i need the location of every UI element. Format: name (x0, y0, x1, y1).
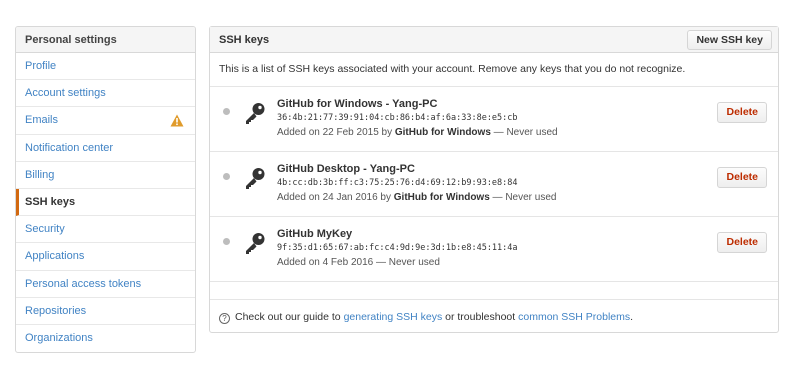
sidebar-item-label: Emails (25, 114, 59, 127)
sidebar-header: Personal settings (16, 27, 195, 53)
sidebar-item-security[interactable]: Security (16, 216, 195, 244)
help-circle-icon: ? (219, 313, 230, 324)
key-title: GitHub Desktop - Yang-PC (277, 163, 415, 175)
status-dot (223, 238, 230, 245)
sidebar-item-emails[interactable]: Emails (16, 107, 195, 135)
key-icon (246, 233, 265, 254)
key-icon (246, 168, 265, 189)
sidebar-item-profile[interactable]: Profile (16, 53, 195, 81)
status-dot (223, 108, 230, 115)
footer-text: . (630, 311, 634, 323)
key-title: GitHub MyKey (277, 228, 353, 240)
sidebar-item-personal-access-tokens[interactable]: Personal access tokens (16, 271, 195, 298)
sidebar-item-notification-center[interactable]: Notification center (16, 135, 195, 162)
sidebar-item-billing[interactable]: Billing (16, 162, 195, 189)
status-dot (223, 173, 230, 180)
new-ssh-key-button[interactable]: New SSH key (687, 30, 772, 50)
delete-key-button[interactable]: Delete (717, 102, 767, 123)
sidebar-item-repositories[interactable]: Repositories (16, 298, 195, 325)
key-added-info: Added on 4 Feb 2016 — Never used (277, 257, 440, 268)
key-fingerprint: 9f:35:d1:65:67:ab:fc:c4:9d:9e:3d:1b:e8:4… (277, 243, 518, 253)
ssh-keys-panel: SSH keys New SSH key This is a list of S… (209, 26, 779, 333)
delete-key-button[interactable]: Delete (717, 167, 767, 188)
key-icon (246, 103, 265, 124)
sidebar-item-account-settings[interactable]: Account settings (16, 80, 195, 108)
sidebar-item-organizations[interactable]: Organizations (16, 325, 195, 352)
sidebar-item-applications[interactable]: Applications (16, 243, 195, 271)
key-added-info: Added on 22 Feb 2015 by GitHub for Windo… (277, 127, 558, 138)
intro-text: This is a list of SSH keys associated wi… (210, 53, 778, 87)
key-fingerprint: 36:4b:21:77:39:91:04:cb:86:b4:af:6a:33:8… (277, 113, 518, 123)
key-title: GitHub for Windows - Yang-PC (277, 98, 438, 110)
key-added-info: Added on 24 Jan 2016 by GitHub for Windo… (277, 192, 557, 203)
generating-ssh-keys-link[interactable]: generating SSH keys (344, 311, 443, 323)
ssh-key-row: GitHub Desktop - Yang-PC 4b:cc:db:3b:ff:… (210, 152, 778, 217)
sidebar-item-ssh-keys[interactable]: SSH keys (16, 188, 195, 217)
common-ssh-problems-link[interactable]: common SSH Problems (518, 311, 630, 323)
footer-text: Check out our guide to (235, 311, 344, 323)
warning-triangle-icon (170, 114, 184, 127)
page-title: SSH keys (219, 34, 270, 46)
panel-header: SSH keys New SSH key (210, 27, 778, 53)
key-fingerprint: 4b:cc:db:3b:ff:c3:75:25:76:d4:69:12:b9:9… (277, 178, 518, 188)
settings-sidebar: Personal settings Profile Account settin… (15, 26, 196, 354)
ssh-key-row: GitHub for Windows - Yang-PC 36:4b:21:77… (210, 87, 778, 152)
ssh-key-row: GitHub MyKey 9f:35:d1:65:67:ab:fc:c4:9d:… (210, 217, 778, 282)
delete-key-button[interactable]: Delete (717, 232, 767, 253)
help-footer: ? Check out our guide to generating SSH k… (210, 299, 778, 333)
footer-text: or troubleshoot (442, 311, 519, 323)
